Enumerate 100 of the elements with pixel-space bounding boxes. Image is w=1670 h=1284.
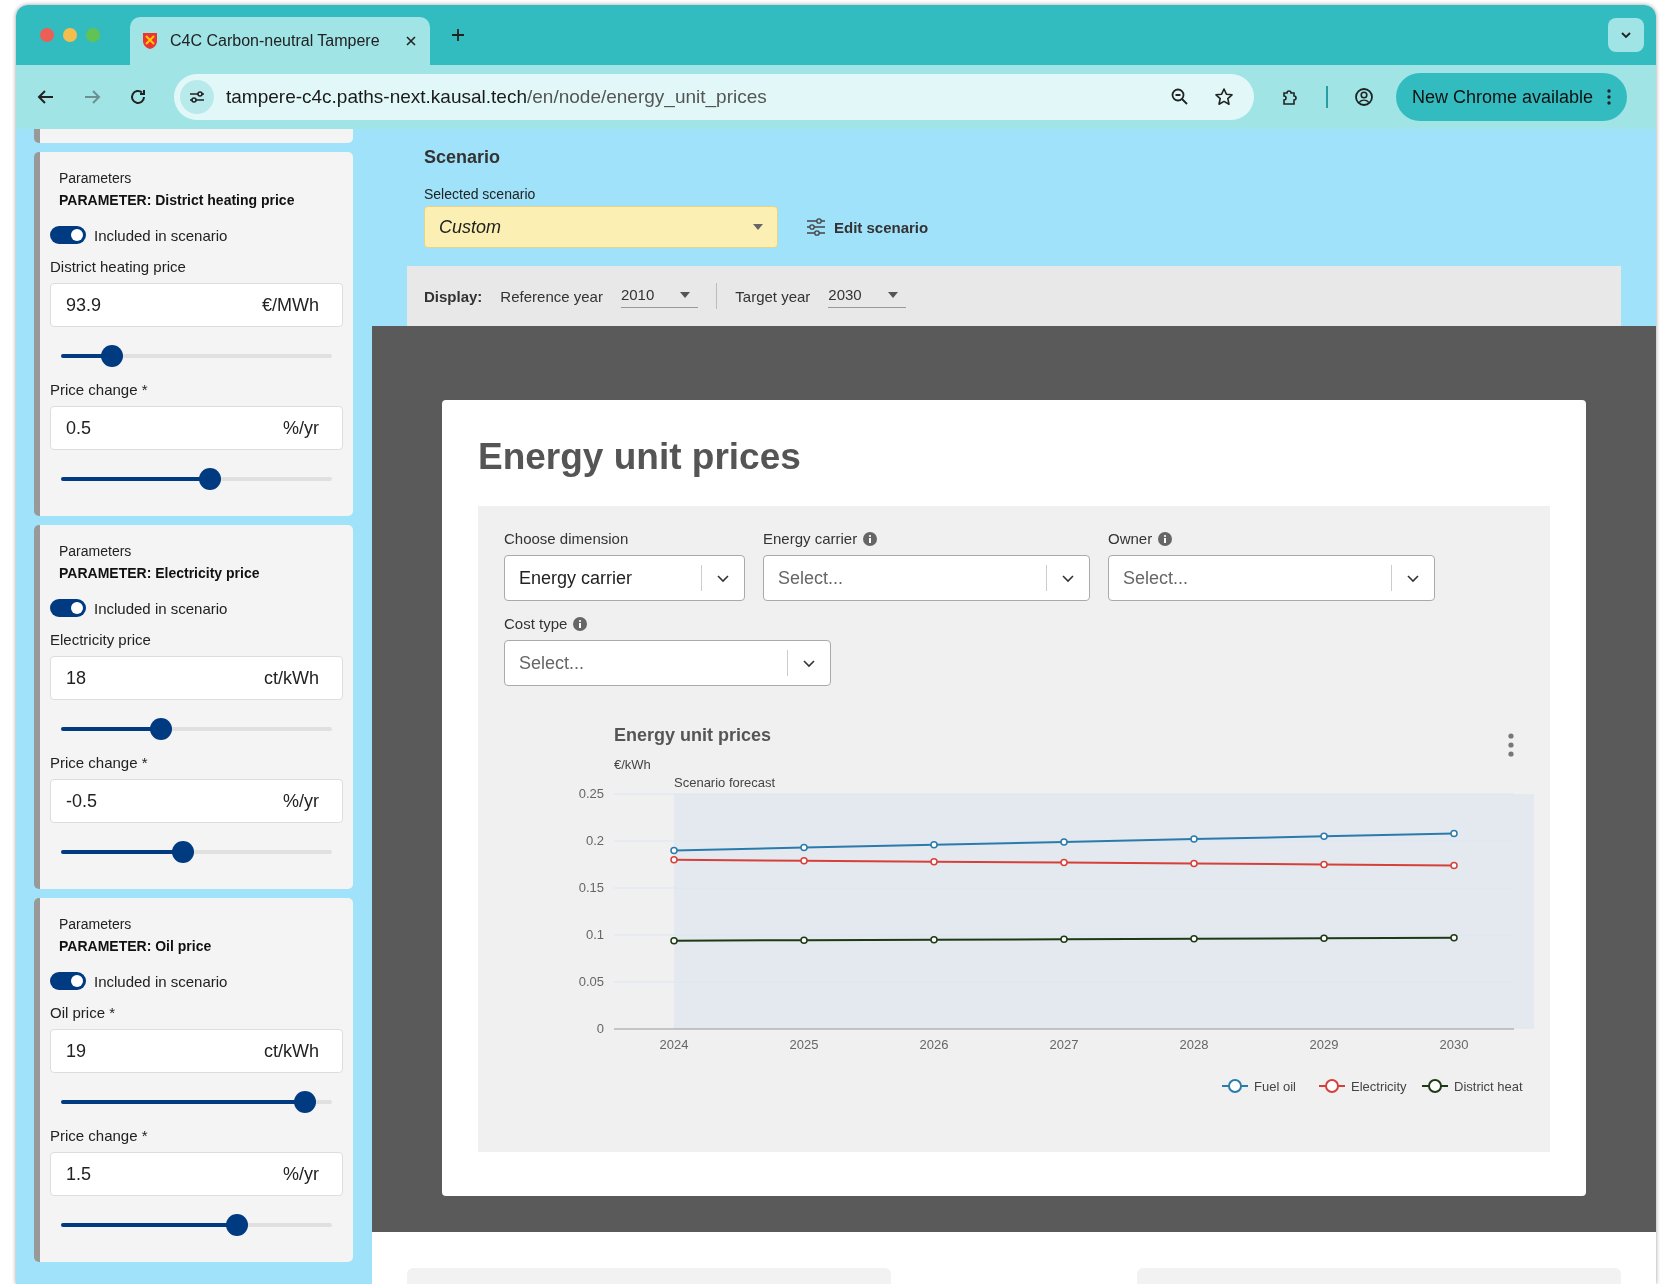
- point: [800, 856, 808, 865]
- point: [1450, 861, 1458, 870]
- section-label: Parameters: [58, 543, 133, 559]
- page-title: Energy unit prices: [478, 436, 802, 478]
- address-bar[interactable]: tampere-c4c.paths-next.kausal.tech/en/node/energy_unit_prices: [174, 74, 1254, 120]
- field-label: Electricity price: [50, 631, 152, 648]
- field-label: Reference year: [500, 287, 603, 305]
- field-label: Choose dimension: [504, 530, 629, 547]
- legend-marker-icon: [1421, 1079, 1449, 1093]
- axis-tick-label: 2029: [1309, 1037, 1339, 1052]
- axis-tick-label: 2027: [1049, 1037, 1079, 1052]
- axis-tick-label: 2026: [919, 1037, 949, 1052]
- axis-tick-label: 2028: [1179, 1037, 1209, 1052]
- number-field[interactable]: 19 ct/kWh: [50, 1029, 343, 1073]
- axis-tick-label: 2025: [789, 1037, 819, 1052]
- point: [670, 846, 678, 855]
- profile-icon[interactable]: [1354, 87, 1374, 107]
- parameter-title: PARAMETER: District heating price: [58, 192, 296, 208]
- axis-tick-label: 2024: [659, 1037, 689, 1052]
- select-dropdown[interactable]: Select...: [763, 555, 1090, 601]
- field-label: Cost type: [504, 615, 568, 632]
- star-icon[interactable]: [1214, 87, 1234, 107]
- toggle-switch[interactable]: [50, 226, 86, 244]
- scenario-heading: Scenario: [424, 147, 502, 168]
- site-settings-icon[interactable]: [180, 80, 214, 114]
- axis-tick-label: 0.25: [578, 786, 604, 801]
- point: [1450, 829, 1458, 838]
- sliders-icon[interactable]: [806, 217, 826, 237]
- number-field[interactable]: 1.5 %/yr: [50, 1152, 343, 1196]
- field-label: Price change *: [50, 754, 149, 771]
- point: [1060, 935, 1068, 943]
- point: [930, 857, 938, 866]
- select-dropdown[interactable]: Select...: [504, 640, 831, 686]
- section-label: Parameters: [58, 916, 133, 932]
- point: [1190, 859, 1198, 868]
- point: [1320, 832, 1328, 841]
- scenario-dropdown[interactable]: Custom: [424, 206, 778, 248]
- caret-icon[interactable]: [753, 224, 763, 230]
- point: [670, 856, 678, 864]
- caret-icon[interactable]: [887, 291, 898, 298]
- year-dropdown[interactable]: 2010: [620, 284, 699, 308]
- axis-tick-label: 0.2: [585, 833, 604, 848]
- info-icon[interactable]: [573, 616, 588, 631]
- toggle-switch[interactable]: [50, 972, 86, 990]
- caret-icon[interactable]: [680, 291, 691, 298]
- number-field[interactable]: 18 ct/kWh: [50, 656, 343, 700]
- number-field[interactable]: -0.5 %/yr: [50, 779, 343, 823]
- point: [1190, 835, 1198, 843]
- update-button[interactable]: New Chrome available: [1396, 73, 1628, 121]
- puzzle-icon[interactable]: [1280, 87, 1300, 107]
- field-label: District heating price: [50, 258, 187, 275]
- year-dropdown[interactable]: 2030: [828, 284, 906, 308]
- axis-tick-label: 0: [596, 1021, 604, 1036]
- toggle-switch[interactable]: [50, 599, 86, 617]
- number-field[interactable]: 93.9 €/MWh: [50, 283, 343, 327]
- point: [930, 935, 938, 944]
- point: [1320, 934, 1328, 943]
- point: [800, 936, 808, 944]
- point: [670, 936, 678, 945]
- more-options-icon[interactable]: [1508, 733, 1514, 757]
- info-icon[interactable]: [1158, 531, 1173, 546]
- reload-icon[interactable]: [128, 87, 148, 107]
- point: [1450, 934, 1458, 942]
- new-tab-icon[interactable]: [450, 27, 466, 43]
- point: [1060, 838, 1068, 846]
- select-dropdown[interactable]: Select...: [1108, 555, 1435, 601]
- toggle-label: Included in scenario: [94, 226, 228, 244]
- legend-label[interactable]: District heat: [1454, 1079, 1523, 1094]
- browser-tab[interactable]: C4C Carbon-neutral Tampere: [130, 17, 430, 65]
- close-icon[interactable]: [404, 34, 418, 48]
- legend-label[interactable]: Fuel oil: [1254, 1079, 1296, 1094]
- shield-icon: [142, 32, 158, 50]
- field-label: Price change *: [50, 381, 149, 398]
- zoom-icon[interactable]: [1170, 87, 1190, 107]
- point: [930, 841, 938, 849]
- point: [1060, 858, 1068, 867]
- forecast-label: Scenario forecast: [674, 775, 776, 790]
- axis-tick-label: 2030: [1439, 1037, 1469, 1052]
- more-options-icon[interactable]: [1607, 89, 1612, 105]
- field-label: Price change *: [50, 1127, 149, 1144]
- legend-marker-icon: [1221, 1079, 1249, 1093]
- legend-label[interactable]: Electricity: [1351, 1079, 1407, 1094]
- axis-tick-label: 0.1: [585, 927, 604, 942]
- point: [1320, 860, 1328, 869]
- point: [800, 843, 808, 852]
- legend-marker-icon: [1318, 1079, 1346, 1093]
- field-label: Energy carrier: [763, 530, 858, 547]
- field-label: Owner: [1108, 530, 1153, 547]
- number-field[interactable]: 0.5 %/yr: [50, 406, 343, 450]
- edit-scenario-button[interactable]: Edit scenario: [806, 217, 929, 237]
- parameter-title: PARAMETER: Oil price: [58, 938, 213, 954]
- field-label: Oil price *: [50, 1004, 117, 1021]
- axis-tick-label: 0.05: [578, 974, 604, 989]
- info-icon[interactable]: [863, 531, 878, 546]
- section-label: Parameters: [58, 170, 133, 186]
- select-dropdown[interactable]: Energy carrier: [504, 555, 745, 601]
- chart-title: Energy unit prices: [614, 725, 772, 745]
- display-label: Display:: [424, 287, 483, 305]
- field-label: Selected scenario: [424, 186, 537, 202]
- toggle-label: Included in scenario: [94, 599, 228, 617]
